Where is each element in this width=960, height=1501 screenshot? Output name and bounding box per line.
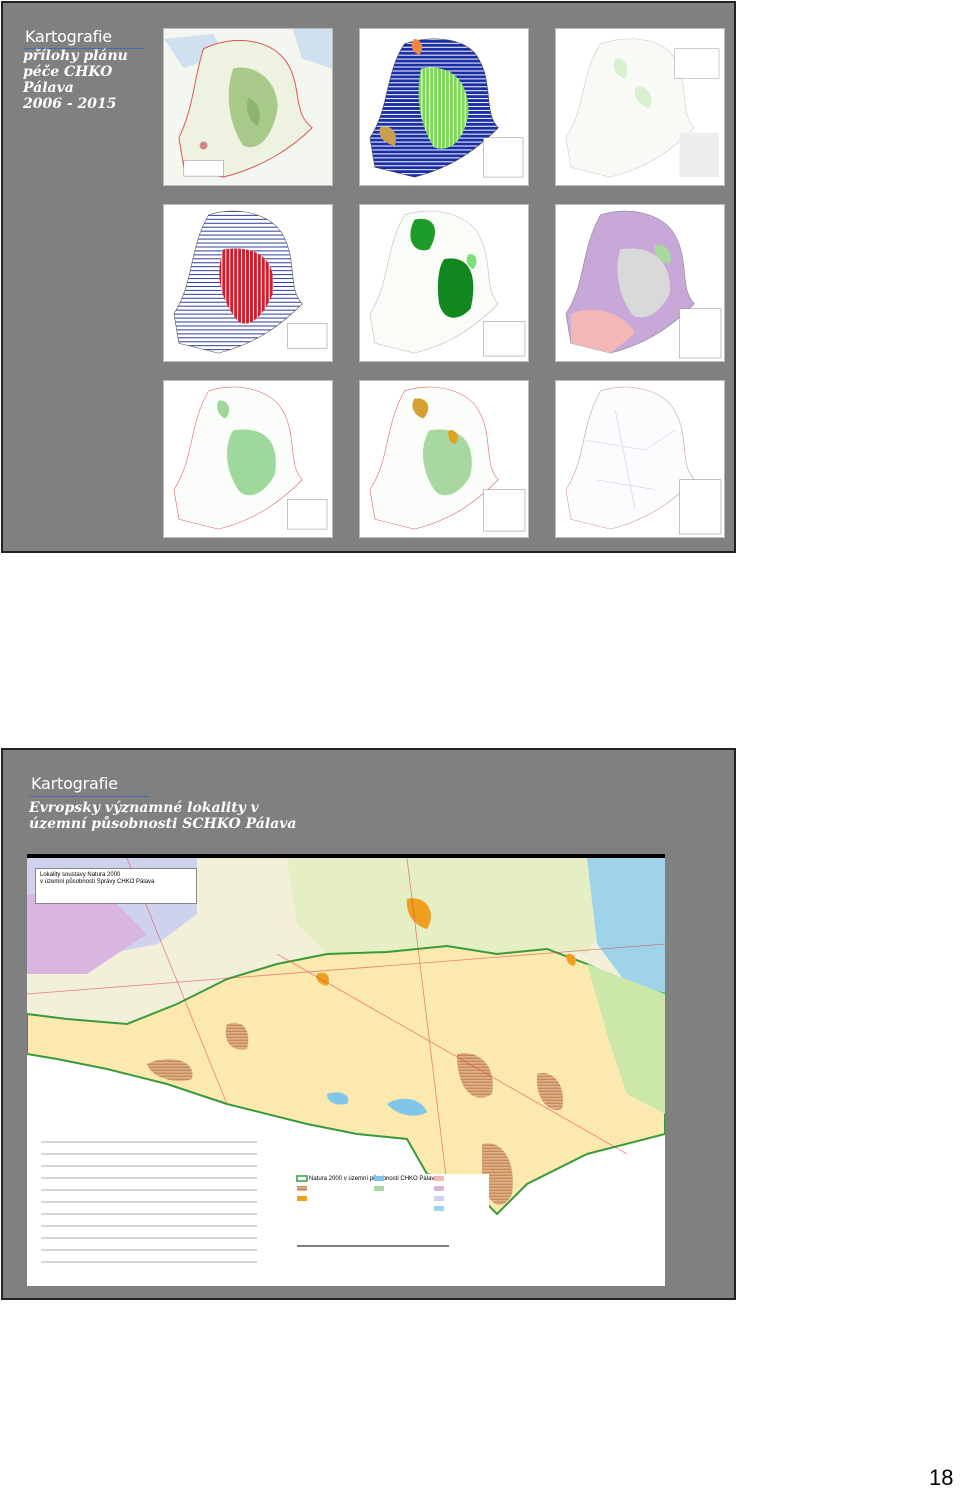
slide-kicker: Kartografie	[31, 774, 118, 793]
natura-2000-map: Lokality soustavy Natura 2000 v územní p…	[27, 854, 665, 1286]
map-title-box: Lokality soustavy Natura 2000 v územní p…	[35, 868, 197, 904]
slide-kicker: Kartografie	[25, 27, 112, 46]
slide-natura-sites: Kartografie Evropsky významné lokality v…	[1, 748, 736, 1300]
map-thumbnail-hatched	[163, 204, 333, 362]
title-line-2: územní působnosti SCHKO Pálava	[29, 816, 297, 832]
map-thumbnail-zonation	[359, 28, 529, 186]
title-line-1: přílohy plánu	[23, 48, 128, 64]
map-thumbnail-lines	[555, 380, 725, 538]
slide-title: Evropsky významné lokality v územní půso…	[29, 800, 296, 832]
slide-attachments: Kartografie přílohy plánu péče CHKO Pála…	[1, 1, 736, 553]
kicker-underline	[29, 796, 149, 797]
map-thumbnail-topographic	[163, 28, 333, 186]
title-line-4: 2006 - 2015	[23, 96, 117, 112]
map-thumbnail-forest	[359, 204, 529, 362]
slide-title: přílohy plánu péče CHKO Pálava 2006 - 20…	[23, 48, 128, 112]
legend-swatches	[296, 1175, 449, 1247]
map-thumbnail-light	[555, 28, 725, 186]
map-legend: Natura 2000 v územní působnosti CHKO Pál…	[289, 1174, 489, 1280]
page-number: 18	[929, 1465, 954, 1490]
title-line-2: péče CHKO	[23, 64, 113, 80]
map-title-line-1: Lokality soustavy Natura 2000	[40, 872, 121, 878]
map-thumbnail-green-orange	[359, 380, 529, 538]
map-title-line-2: v územní působnosti Správy CHKO Pálava	[40, 879, 155, 885]
title-line-1: Evropsky významné lokality v	[29, 800, 259, 816]
map-thumbnail-green-areas	[163, 380, 333, 538]
map-thumbnail-habitats	[555, 204, 725, 362]
title-line-3: Pálava	[23, 80, 74, 96]
